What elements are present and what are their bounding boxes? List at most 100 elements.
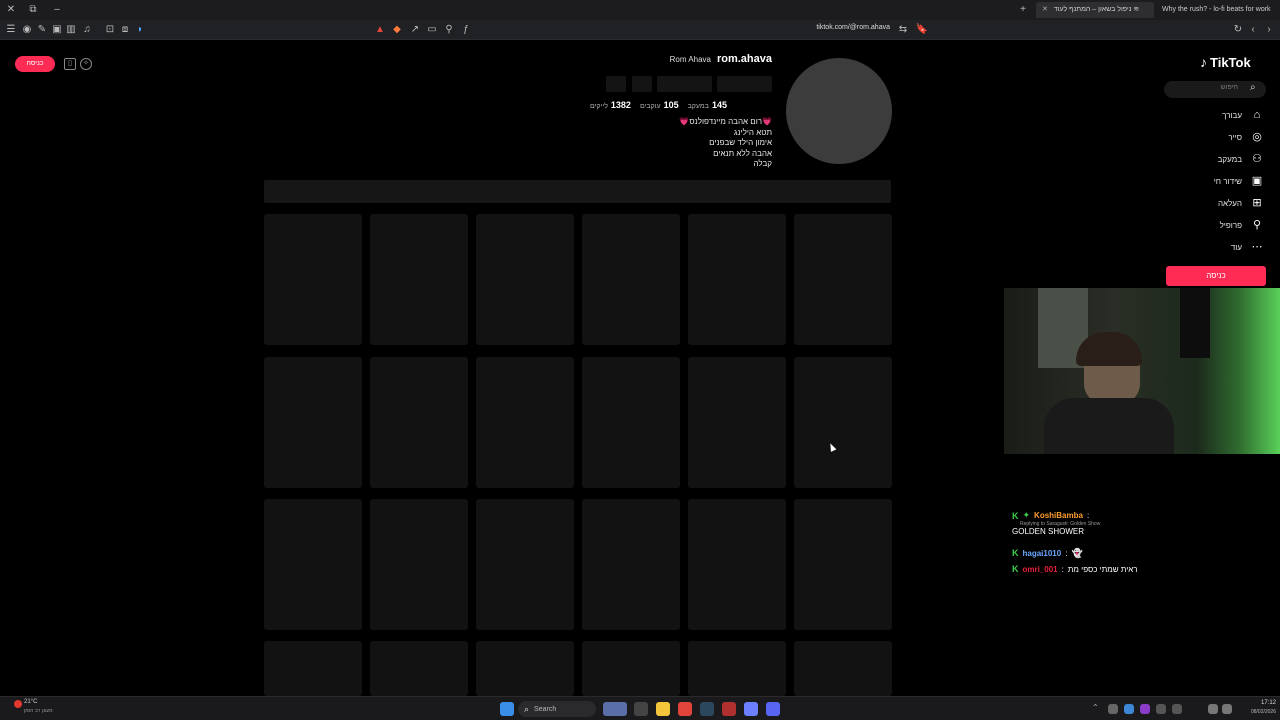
tab-inactive[interactable]: Why the rush? - lo-fi beats for work — [1156, 2, 1278, 18]
menu-icon[interactable]: ☰ — [4, 23, 18, 37]
address-bar[interactable]: tiktok.com/@rom.ahava — [760, 24, 890, 31]
video-thumbnail-placeholder[interactable] — [476, 499, 574, 630]
nav-item-more[interactable]: עוד ⋯ — [1231, 238, 1264, 256]
windows-start-icon[interactable] — [500, 702, 514, 716]
avatar[interactable] — [786, 58, 892, 164]
nav-item-profile[interactable]: פרופיל ⚲ — [1220, 216, 1264, 234]
nav-item-live[interactable]: שידור חי ▣ — [1214, 172, 1264, 190]
video-thumbnail-placeholder[interactable] — [794, 499, 892, 630]
translate-icon[interactable]: ⚲ — [442, 23, 456, 37]
file-explorer-icon[interactable] — [656, 702, 670, 716]
phone-icon[interactable]: ▯ — [64, 58, 76, 70]
brave-icon[interactable] — [678, 702, 692, 716]
nav-item-explore[interactable]: סייר ◎ — [1228, 128, 1264, 146]
search-bar[interactable]: חיפוש ⌕ — [1164, 81, 1266, 98]
workspace-icon[interactable]: ⧈ — [118, 23, 132, 37]
restore-icon[interactable]: ⧉ — [26, 3, 40, 17]
new-tab-icon[interactable]: + — [1016, 3, 1030, 17]
bookmark-icon[interactable]: 🔖 — [915, 23, 929, 37]
video-thumbnail-placeholder[interactable] — [688, 641, 786, 696]
bio-line: קבלה — [753, 159, 773, 168]
nav-item-for-you[interactable]: עבורך ⌂ — [1222, 106, 1264, 124]
video-thumbnail-placeholder[interactable] — [370, 641, 468, 696]
clock-date[interactable]: 08/02/2026 — [1230, 709, 1276, 715]
app-icon[interactable] — [634, 702, 648, 716]
placeholder-button[interactable] — [606, 76, 626, 92]
search-icon[interactable]: ⌕ — [1250, 82, 1256, 93]
reader-icon[interactable]: ▭ — [425, 23, 439, 37]
brave-shield-icon[interactable]: ▲ — [373, 23, 387, 37]
following-stat[interactable]: 145 במעקב — [688, 100, 727, 110]
video-thumbnail-placeholder[interactable] — [370, 214, 468, 345]
video-thumbnail-placeholder[interactable] — [370, 357, 468, 488]
video-thumbnail-placeholder[interactable] — [688, 357, 786, 488]
video-thumbnail-placeholder[interactable] — [582, 641, 680, 696]
tray-icon[interactable] — [1140, 704, 1150, 714]
tabs-icon[interactable]: ⊡ — [103, 23, 117, 37]
tab-close-icon[interactable]: ✕ — [1042, 6, 1048, 13]
video-thumbnail-placeholder[interactable] — [476, 641, 574, 696]
video-thumbnail-placeholder[interactable] — [582, 214, 680, 345]
script-icon[interactable]: ƒ — [459, 23, 473, 37]
top-login-button[interactable]: כניסה — [15, 56, 55, 72]
tray-icon[interactable] — [1124, 704, 1134, 714]
nav-item-following[interactable]: במעקב ⚇ — [1218, 150, 1264, 168]
back-icon[interactable]: ‹ — [1246, 23, 1260, 37]
video-thumbnail-placeholder[interactable] — [264, 214, 362, 345]
network-icon[interactable] — [1208, 704, 1218, 714]
video-thumbnail-placeholder[interactable] — [794, 641, 892, 696]
app2-icon[interactable] — [722, 702, 736, 716]
minimize-icon[interactable]: – — [50, 3, 64, 17]
clock-time[interactable]: 17:12 — [1236, 700, 1276, 706]
login-button[interactable]: כניסה — [1166, 266, 1266, 286]
weather-alert-icon[interactable] — [14, 700, 22, 708]
site-settings-icon[interactable]: ⇆ — [896, 23, 910, 37]
share-icon[interactable]: ↗ — [408, 23, 422, 37]
weather-temp[interactable]: 21°C — [24, 699, 37, 705]
bio-line: אימון הילד שבפנים — [709, 138, 772, 147]
audio-icon[interactable]: ◗ — [133, 23, 147, 37]
placeholder-button[interactable] — [717, 76, 772, 92]
video-thumbnail-placeholder[interactable] — [794, 357, 892, 488]
nav-label: העלאה — [1217, 198, 1242, 208]
video-thumbnail-placeholder[interactable] — [688, 499, 786, 630]
close-window-icon[interactable]: ✕ — [4, 3, 18, 17]
steam-icon[interactable] — [700, 702, 714, 716]
video-thumbnail-placeholder[interactable] — [582, 499, 680, 630]
widget-icon[interactable] — [603, 702, 627, 716]
chat-message: K omri_001 : ראית שמתי כספי מת — [1012, 562, 1272, 576]
nav-item-upload[interactable]: העלאה ⊞ — [1218, 194, 1264, 212]
followers-stat[interactable]: 105 עוקבים — [640, 100, 679, 110]
reload-icon[interactable]: ↻ — [1231, 23, 1245, 37]
tray-icon[interactable] — [1108, 704, 1118, 714]
video-thumbnail-placeholder[interactable] — [582, 357, 680, 488]
placeholder-button[interactable] — [657, 76, 712, 92]
vscode-icon[interactable] — [744, 702, 758, 716]
tray-chevron-icon[interactable]: ⌃ — [1092, 703, 1099, 712]
video-thumbnail-placeholder[interactable] — [370, 499, 468, 630]
sidebar-icon[interactable]: ▥ — [64, 23, 78, 37]
video-thumbnail-placeholder[interactable] — [476, 357, 574, 488]
compass-small-icon[interactable]: ✧ — [80, 58, 92, 70]
location-icon[interactable]: ◉ — [20, 23, 34, 37]
video-thumbnail-placeholder[interactable] — [264, 641, 362, 696]
music-icon[interactable]: ♫ — [80, 23, 94, 37]
discord-icon[interactable] — [766, 702, 780, 716]
tiktok-logo[interactable]: ♪ TikTok — [1200, 52, 1270, 72]
search-input[interactable]: חיפוש — [1172, 84, 1238, 91]
forward-icon[interactable]: › — [1262, 23, 1276, 37]
extension-icon[interactable]: ✎ — [35, 23, 49, 37]
video-thumbnail-placeholder[interactable] — [264, 499, 362, 630]
tab-active[interactable]: ✕ ניפול בשאון – המתנף לעוד ≋ — [1036, 2, 1154, 18]
video-thumbnail-placeholder[interactable] — [476, 214, 574, 345]
tray-icon[interactable] — [1156, 704, 1166, 714]
brave-rewards-icon[interactable]: ◆ — [390, 23, 404, 37]
video-thumbnail-placeholder[interactable] — [264, 357, 362, 488]
placeholder-button[interactable] — [632, 76, 652, 92]
profile-tabs-placeholder[interactable] — [264, 180, 891, 203]
video-thumbnail-placeholder[interactable] — [794, 214, 892, 345]
tray-icon[interactable] — [1172, 704, 1182, 714]
taskbar-search[interactable]: ⌕ Search — [518, 701, 596, 717]
screenshot-icon[interactable]: ▣ — [50, 23, 64, 37]
video-thumbnail-placeholder[interactable] — [688, 214, 786, 345]
